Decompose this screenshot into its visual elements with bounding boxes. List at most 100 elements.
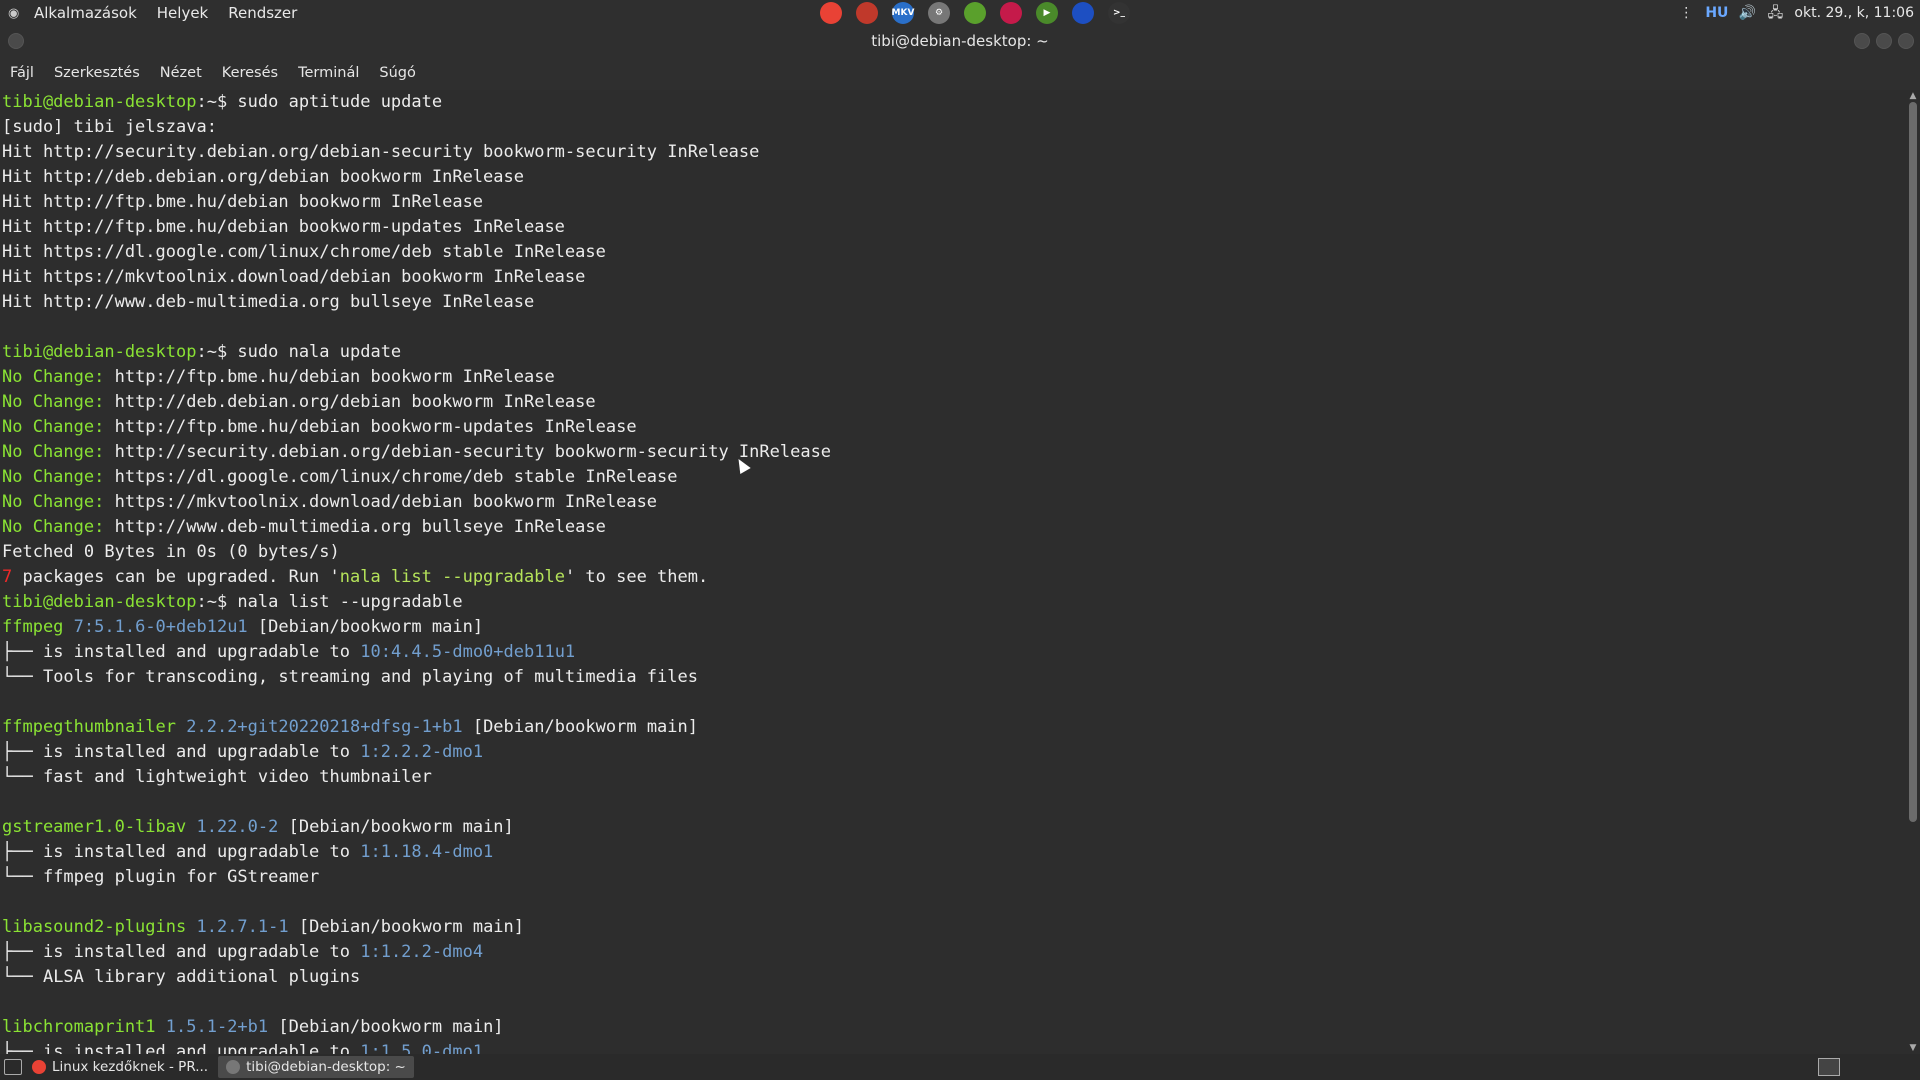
- terminal-line: ffmpeg 7:5.1.6-0+deb12u1 [Debian/bookwor…: [2, 615, 1906, 640]
- terminal-line: No Change: http://deb.debian.org/debian …: [2, 390, 1906, 415]
- terminal-line: ├── is installed and upgradable to 1:1.5…: [2, 1040, 1906, 1054]
- debian-logo-icon[interactable]: ◉: [8, 6, 22, 21]
- terminal-segment-text: Hit https://mkvtoolnix.download/debian b…: [2, 267, 586, 287]
- play-icon[interactable]: ▶: [1036, 2, 1058, 24]
- menu-system[interactable]: Rendszer: [218, 4, 307, 22]
- terminal-segment-green: No Change:: [2, 517, 105, 537]
- terminal-line: tibi@debian-desktop:~$ sudo aptitude upd…: [2, 90, 1906, 115]
- task-list: Linux kezdőknek - PR... tibi@debian-deskt…: [22, 1056, 414, 1078]
- terminal-segment-green: No Change:: [2, 467, 105, 487]
- terminal-segment-tree: ├──: [2, 742, 43, 762]
- terminal-segment-text: Hit http://ftp.bme.hu/debian bookworm In…: [2, 192, 484, 212]
- terminal-line: ffmpegthumbnailer 2.2.2+git20220218+dfsg…: [2, 715, 1906, 740]
- terminal-segment-text: ALSA library additional plugins: [42, 967, 361, 987]
- terminal-segment-tree: ├──: [2, 842, 43, 862]
- terminal-segment-blue: 1.5.1-2+b1: [165, 1017, 269, 1037]
- terminal-line: Hit http://deb.debian.org/debian bookwor…: [2, 165, 1906, 190]
- terminal-line: ├── is installed and upgradable to 10:4.…: [2, 640, 1906, 665]
- window-titlebar[interactable]: tibi@debian-desktop: ~: [0, 26, 1920, 56]
- mkv-icon[interactable]: MKV: [892, 2, 914, 24]
- menu-search[interactable]: Keresés: [212, 65, 288, 81]
- menu-help[interactable]: Súgó: [369, 65, 425, 81]
- terminal-line: libchromaprint1 1.5.1-2+b1 [Debian/bookw…: [2, 1015, 1906, 1040]
- terminal-segment-green: libasound2-plugins: [2, 917, 187, 937]
- terminal-segment-green: libchromaprint1: [2, 1017, 156, 1037]
- terminal-icon[interactable]: >_: [1108, 2, 1130, 24]
- terminal-segment-text: http://ftp.bme.hu/debian bookworm InRele…: [104, 367, 555, 387]
- keyboard-layout-indicator[interactable]: HU: [1705, 5, 1728, 21]
- window-title: tibi@debian-desktop: ~: [871, 32, 1049, 50]
- scroll-thumb[interactable]: [1909, 102, 1917, 822]
- terminal-segment-text: [Debian/bookworm main]: [462, 717, 698, 737]
- taskbar-task-label: tibi@debian-desktop: ~: [246, 1059, 406, 1075]
- terminal-segment-text: http://deb.debian.org/debian bookworm In…: [104, 392, 596, 412]
- terminal-line: No Change: http://security.debian.org/de…: [2, 440, 1906, 465]
- terminal-line: ├── is installed and upgradable to 1:1.2…: [2, 940, 1906, 965]
- terminal-segment-text: :~$ sudo nala update: [196, 342, 402, 362]
- maximize-icon[interactable]: [1876, 33, 1892, 49]
- terminal-segment-text: http://www.deb-multimedia.org bullseye I…: [104, 517, 606, 537]
- media-icon[interactable]: [1072, 2, 1094, 24]
- taskbar-task[interactable]: tibi@debian-desktop: ~: [218, 1056, 414, 1078]
- terminal-segment-text: Tools for transcoding, streaming and pla…: [42, 667, 698, 687]
- clock[interactable]: okt. 29., k, 11:06: [1794, 5, 1914, 21]
- terminal-lines: tibi@debian-desktop:~$ sudo aptitude upd…: [0, 90, 1906, 1054]
- terminal-line: libasound2-plugins 1.2.7.1-1 [Debian/boo…: [2, 915, 1906, 940]
- terminal-segment-text: is installed and upgradable to: [42, 842, 361, 862]
- launcher-bar: MKV ⚙ ▶ >_: [820, 1, 1144, 25]
- terminal-line: └── fast and lightweight video thumbnail…: [2, 765, 1906, 790]
- menu-terminal[interactable]: Terminál: [288, 65, 369, 81]
- terminal-line: ├── is installed and upgradable to 1:2.2…: [2, 740, 1906, 765]
- terminal-segment-tree: ├──: [2, 1042, 43, 1054]
- terminal-segment-lightgreen: nala list --upgradable: [339, 567, 565, 587]
- terminal-line: gstreamer1.0-libav 1.22.0-2 [Debian/book…: [2, 815, 1906, 840]
- terminal-segment-blue: 1:2.2.2-dmo1: [360, 742, 484, 762]
- tray-dots-icon: ⋮: [1679, 5, 1694, 21]
- menu-view[interactable]: Nézet: [150, 65, 212, 81]
- scroll-down-icon[interactable]: ▼: [1908, 1044, 1918, 1053]
- terminal-segment-text: http://ftp.bme.hu/debian bookworm-update…: [104, 417, 637, 437]
- terminal-output[interactable]: tibi@debian-desktop:~$ sudo aptitude upd…: [0, 90, 1906, 1054]
- volume-icon[interactable]: 🔊: [1738, 5, 1756, 21]
- menu-applications[interactable]: Alkalmazások: [24, 4, 147, 22]
- network-icon[interactable]: 🖧: [1766, 5, 1784, 21]
- settings-icon[interactable]: ⚙: [928, 2, 950, 24]
- taskbar: Linux kezdőknek - PR... tibi@debian-deskt…: [0, 1054, 1920, 1080]
- terminal-line: Hit http://ftp.bme.hu/debian bookworm In…: [2, 190, 1906, 215]
- terminal-segment-blue: 7:5.1.6-0+deb12u1: [73, 617, 248, 637]
- close-icon[interactable]: [1898, 33, 1914, 49]
- scroll-up-icon[interactable]: ▲: [1908, 92, 1918, 101]
- terminal-line: tibi@debian-desktop:~$ sudo nala update: [2, 340, 1906, 365]
- taskbar-task-label: Linux kezdőknek - PR...: [52, 1059, 209, 1075]
- menu-places[interactable]: Helyek: [147, 4, 218, 22]
- terminal-line: Hit http://ftp.bme.hu/debian bookworm-up…: [2, 215, 1906, 240]
- package-icon[interactable]: [964, 2, 986, 24]
- terminal-segment-tree: ├──: [2, 642, 43, 662]
- terminal-segment-text: http://security.debian.org/debian-securi…: [104, 442, 832, 462]
- terminal-segment-green: No Change:: [2, 442, 105, 462]
- workspace-switcher-icon[interactable]: [1818, 1058, 1840, 1076]
- chrome-icon[interactable]: [820, 2, 842, 24]
- terminal-line: Hit http://www.deb-multimedia.org bullse…: [2, 290, 1906, 315]
- chrome-icon: [32, 1060, 46, 1074]
- menu-file[interactable]: Fájl: [0, 65, 44, 81]
- terminal-icon: [226, 1060, 241, 1074]
- show-desktop-icon[interactable]: [4, 1059, 22, 1075]
- terminal-line: └── ALSA library additional plugins: [2, 965, 1906, 990]
- menu-edit[interactable]: Szerkesztés: [44, 65, 150, 81]
- terminal-segment-text: fast and lightweight video thumbnailer: [42, 767, 432, 787]
- raspberry-icon[interactable]: [1000, 2, 1022, 24]
- terminal-segment-tree: └──: [2, 667, 43, 687]
- terminal-segment-text: is installed and upgradable to: [42, 742, 361, 762]
- record-icon[interactable]: [856, 2, 878, 24]
- top-panel: ◉ Alkalmazások Helyek Rendszer MKV ⚙ ▶ >_ ⋮…: [0, 0, 1920, 26]
- minimize-icon[interactable]: [1854, 33, 1870, 49]
- taskbar-task[interactable]: Linux kezdőknek - PR...: [24, 1056, 216, 1078]
- terminal-scrollbar[interactable]: ▲ ▼: [1906, 90, 1920, 1054]
- terminal-segment-green: No Change:: [2, 392, 105, 412]
- window-menu-icon[interactable]: [8, 33, 24, 49]
- terminal-segment-text: is installed and upgradable to: [42, 942, 361, 962]
- terminal-segment-blue: 10:4.4.5-dmo0+deb11u1: [360, 642, 576, 662]
- terminal-segment-text: https://mkvtoolnix.download/debian bookw…: [104, 492, 658, 512]
